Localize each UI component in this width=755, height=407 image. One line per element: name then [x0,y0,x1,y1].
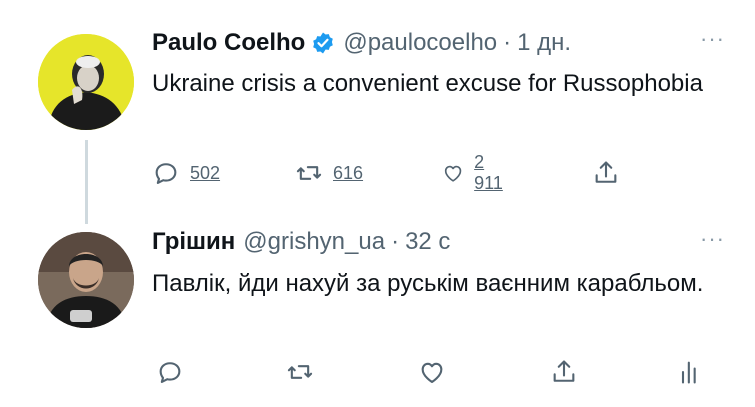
like-icon [421,362,443,383]
like-count[interactable]: 2 911 [474,152,509,194]
tweet2-more-icon[interactable]: ··· [700,226,725,252]
reply-icon [159,362,181,383]
thread-connector-line [85,140,88,224]
avatar-image [38,232,134,328]
like-button[interactable] [418,355,446,389]
separator-dot: · [503,29,512,56]
tweet2-timestamp[interactable]: 32 с [405,228,450,256]
retweet-icon [287,365,313,379]
tweet1-timestamp[interactable]: 1 дн. [517,29,571,57]
share-button[interactable] [550,355,578,389]
tweet2-author-name[interactable]: Грішин [152,228,235,256]
share-icon [553,360,575,382]
analytics-icon [681,361,696,384]
reply-button[interactable] [156,355,184,389]
tweet2-header: Грішин @grishyn_ua · 32 с [152,227,450,257]
reply-button[interactable]: 502 [152,156,220,190]
verified-badge-icon [313,32,334,54]
reply-count[interactable]: 502 [190,163,220,184]
avatar-paulo-coelho[interactable] [38,34,134,130]
tweet2-text: Павлік, йди нахуй за руськім ваєнним кар… [152,270,704,297]
retweet-button[interactable] [286,355,314,389]
avatar-grishyn[interactable] [38,232,134,328]
avatar-image [38,34,134,130]
retweet-count[interactable]: 616 [333,163,363,184]
separator-dot: · [391,228,400,255]
tweet1-author-name[interactable]: Paulo Coelho [152,29,305,57]
share-icon [595,161,617,183]
tweet1-text: Ukraine crisis a convenient excuse for R… [152,70,703,97]
tweet1-handle[interactable]: @paulocoelho [343,29,497,57]
tweet2-handle[interactable]: @grishyn_ua [243,228,385,256]
like-button[interactable]: 2 911 [442,152,509,193]
retweet-button[interactable]: 616 [295,156,363,190]
retweet-icon [296,166,322,180]
tweet1-more-icon[interactable]: ··· [700,26,725,52]
like-icon [444,165,462,182]
reply-icon [155,163,177,184]
share-button[interactable] [592,156,620,190]
tweet1-header: Paulo Coelho @paulocoelho · 1 дн. [152,28,571,58]
analytics-button[interactable] [676,355,704,389]
